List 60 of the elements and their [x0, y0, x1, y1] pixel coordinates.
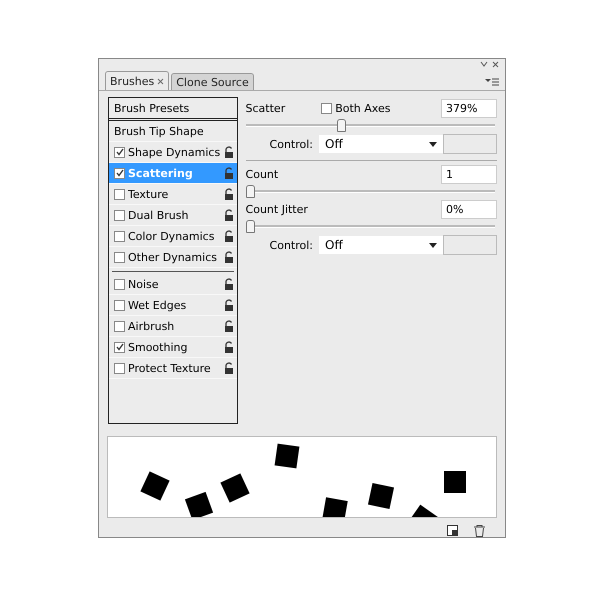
- list-item[interactable]: Airbrush: [109, 316, 237, 337]
- panel-tab[interactable]: Clone Source: [171, 73, 254, 90]
- checkbox[interactable]: [114, 252, 125, 262]
- list-item[interactable]: Brush Presets: [109, 98, 237, 121]
- lock-icon[interactable]: [224, 341, 234, 353]
- list-item[interactable]: Smoothing: [109, 337, 237, 358]
- checkbox[interactable]: [114, 188, 125, 200]
- list-item[interactable]: Texture: [109, 184, 237, 205]
- lock-icon[interactable]: [224, 188, 234, 200]
- list-item[interactable]: Other Dynamics: [109, 247, 237, 268]
- disabled-field: [443, 134, 497, 154]
- checkbox[interactable]: [114, 320, 125, 332]
- checkbox[interactable]: [114, 362, 125, 374]
- lock-icon[interactable]: [224, 230, 234, 242]
- setting-label: Count: [246, 168, 278, 180]
- value-field[interactable]: 1: [441, 164, 497, 184]
- slider-thumb[interactable]: [246, 185, 255, 198]
- control-dropdown[interactable]: Off: [319, 135, 443, 153]
- list-item[interactable]: Noise: [109, 274, 237, 295]
- value-field[interactable]: 379%: [441, 98, 497, 118]
- value-field[interactable]: 0%: [441, 200, 497, 218]
- close-icon[interactable]: [157, 78, 164, 84]
- checkbox[interactable]: [114, 342, 125, 352]
- lock-icon[interactable]: [224, 167, 234, 179]
- list-item[interactable]: Brush Tip Shape: [109, 121, 237, 142]
- checkbox[interactable]: [114, 210, 125, 220]
- setting-label: Count Jitter: [246, 202, 308, 216]
- checkbox-label: Both Axes: [335, 102, 390, 114]
- lock-icon[interactable]: [224, 251, 234, 263]
- dropdown-arrow-icon: [429, 242, 437, 248]
- checkbox[interactable]: [114, 300, 125, 310]
- panel-tab[interactable]: Brushes: [105, 71, 170, 90]
- checkbox[interactable]: [321, 102, 332, 114]
- checkbox[interactable]: [114, 168, 125, 178]
- control-label: Control:: [270, 138, 313, 150]
- lock-icon[interactable]: [224, 209, 234, 221]
- menu-icon[interactable]: [485, 78, 499, 87]
- disabled-field: [443, 235, 497, 255]
- checkbox[interactable]: [114, 146, 125, 158]
- dropdown-arrow-icon: [429, 142, 437, 146]
- control-label: Control:: [270, 238, 313, 252]
- list-item[interactable]: Wet Edges: [109, 295, 237, 316]
- lock-icon[interactable]: [224, 278, 234, 290]
- control-dropdown[interactable]: Off: [319, 236, 443, 254]
- collapse-icon[interactable]: [480, 61, 488, 67]
- trash-icon[interactable]: [474, 525, 485, 537]
- checkbox[interactable]: [114, 278, 125, 290]
- lock-icon[interactable]: [224, 299, 234, 311]
- list-item[interactable]: Dual Brush: [109, 205, 237, 226]
- lock-icon[interactable]: [224, 146, 234, 158]
- setting-label: Scatter: [246, 102, 286, 114]
- new-preset-icon[interactable]: [447, 525, 458, 536]
- lock-icon[interactable]: [224, 320, 234, 332]
- list-item[interactable]: Protect Texture: [109, 358, 237, 379]
- slider-thumb[interactable]: [246, 220, 255, 233]
- close-icon[interactable]: [492, 61, 499, 68]
- checkbox[interactable]: [114, 230, 125, 242]
- list-item[interactable]: Color Dynamics: [109, 226, 237, 247]
- lock-icon[interactable]: [224, 362, 234, 374]
- slider-thumb[interactable]: [336, 119, 346, 132]
